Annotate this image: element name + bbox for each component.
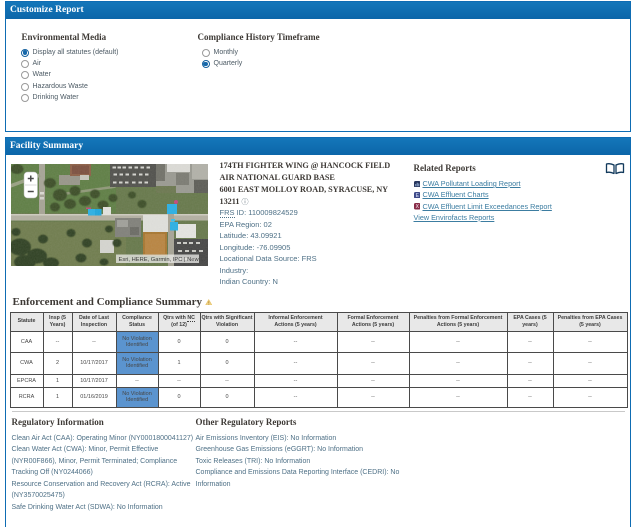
svg-text:Esri, HERE, Garmin, IPC | New: Esri, HERE, Garmin, IPC | New ... — [118, 257, 205, 263]
